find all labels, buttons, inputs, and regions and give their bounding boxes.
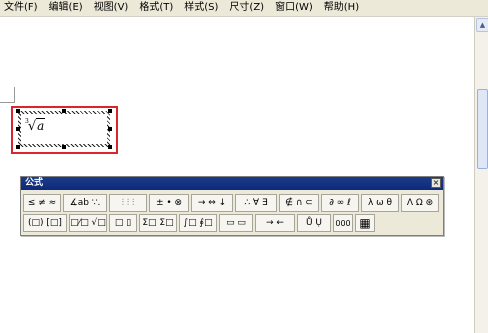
- vertical-scrollbar[interactable]: ▲: [474, 17, 488, 333]
- logical-symbols-button[interactable]: ∴ ∀ ∃: [235, 194, 277, 212]
- subscript-superscript-button[interactable]: □ ▯: [109, 214, 137, 232]
- resize-handle-s[interactable]: [62, 145, 66, 149]
- template-palette-row: (□) [□] □⁄□ √□ □ ▯ Σ□ Σ□ ∫□ ∮□ ▭ ▭ → ← Ů…: [23, 214, 375, 233]
- radicand: a: [36, 118, 46, 133]
- margin-marker-horizontal: [0, 102, 15, 103]
- arrow-symbols-button[interactable]: → ⇔ ↓: [191, 194, 233, 212]
- spaces-ellipses-button[interactable]: ∡ab ∵.: [63, 194, 107, 212]
- menu-size[interactable]: 尺寸(Z): [224, 0, 270, 16]
- close-icon[interactable]: ×: [431, 178, 441, 188]
- matrix-grid-icon[interactable]: ▦: [355, 214, 375, 232]
- equation-content: 3√a: [25, 118, 46, 134]
- menu-file[interactable]: 文件(F): [0, 0, 44, 16]
- resize-handle-e[interactable]: [108, 127, 112, 131]
- menu-view[interactable]: 视图(V): [89, 0, 135, 16]
- toolbar-title: 公式: [25, 178, 44, 188]
- resize-handle-se[interactable]: [108, 145, 112, 149]
- equation-toolbar: 公式 × ≤ ≠ ≈ ∡ab ∵. ⫶ ⫶ ⫶ ± • ⊗ → ⇔ ↓ ∴ ∀ …: [20, 176, 444, 236]
- greek-uppercase-button[interactable]: Λ Ω ⊛: [401, 194, 439, 212]
- resize-handle-n[interactable]: [62, 109, 66, 113]
- document-area[interactable]: [0, 17, 474, 333]
- scroll-thumb[interactable]: [477, 89, 488, 169]
- scroll-up-icon[interactable]: ▲: [476, 18, 488, 32]
- fraction-radical-button[interactable]: □⁄□ √□: [69, 214, 107, 232]
- operator-symbols-button[interactable]: ± • ⊗: [149, 194, 189, 212]
- summation-templates-button[interactable]: Σ□ Σ□: [139, 214, 177, 232]
- relational-symbols-button[interactable]: ≤ ≠ ≈: [23, 194, 61, 212]
- underbar-overbar-button[interactable]: ▭ ▭: [219, 214, 253, 232]
- equation-object[interactable]: 3√a: [18, 111, 110, 147]
- toolbar-titlebar[interactable]: 公式 ×: [21, 177, 443, 190]
- fence-templates-button[interactable]: (□) [□]: [23, 214, 67, 232]
- embellishments-button[interactable]: ⫶ ⫶ ⫶: [109, 194, 147, 212]
- menu-edit[interactable]: 编辑(E): [44, 0, 89, 16]
- menu-help[interactable]: 帮助(H): [319, 0, 365, 16]
- resize-handle-ne[interactable]: [108, 109, 112, 113]
- products-set-theory-button[interactable]: Ů Ụ: [297, 214, 331, 232]
- symbol-palette-row: ≤ ≠ ≈ ∡ab ∵. ⫶ ⫶ ⫶ ± • ⊗ → ⇔ ↓ ∴ ∀ ∃ ∉ ∩…: [23, 194, 439, 213]
- resize-handle-nw[interactable]: [16, 109, 20, 113]
- greek-lowercase-button[interactable]: λ ω θ: [361, 194, 399, 212]
- menu-window[interactable]: 窗口(W): [270, 0, 319, 16]
- menu-bar: 文件(F) 编辑(E) 视图(V) 格式(T) 样式(S) 尺寸(Z) 窗口(W…: [0, 0, 488, 17]
- resize-handle-w[interactable]: [16, 127, 20, 131]
- menu-format[interactable]: 格式(T): [134, 0, 179, 16]
- radical-sign: √: [27, 119, 37, 134]
- integral-templates-button[interactable]: ∫□ ∮□: [179, 214, 217, 232]
- misc-symbols-button[interactable]: ∂ ∞ ℓ: [321, 194, 359, 212]
- resize-handle-sw[interactable]: [16, 145, 20, 149]
- menu-style[interactable]: 样式(S): [179, 0, 224, 16]
- labeled-arrow-button[interactable]: → ←: [255, 214, 295, 232]
- matrix-dots-button[interactable]: 000: [333, 214, 353, 232]
- set-theory-button[interactable]: ∉ ∩ ⊂: [279, 194, 319, 212]
- margin-marker-vertical: [14, 87, 15, 103]
